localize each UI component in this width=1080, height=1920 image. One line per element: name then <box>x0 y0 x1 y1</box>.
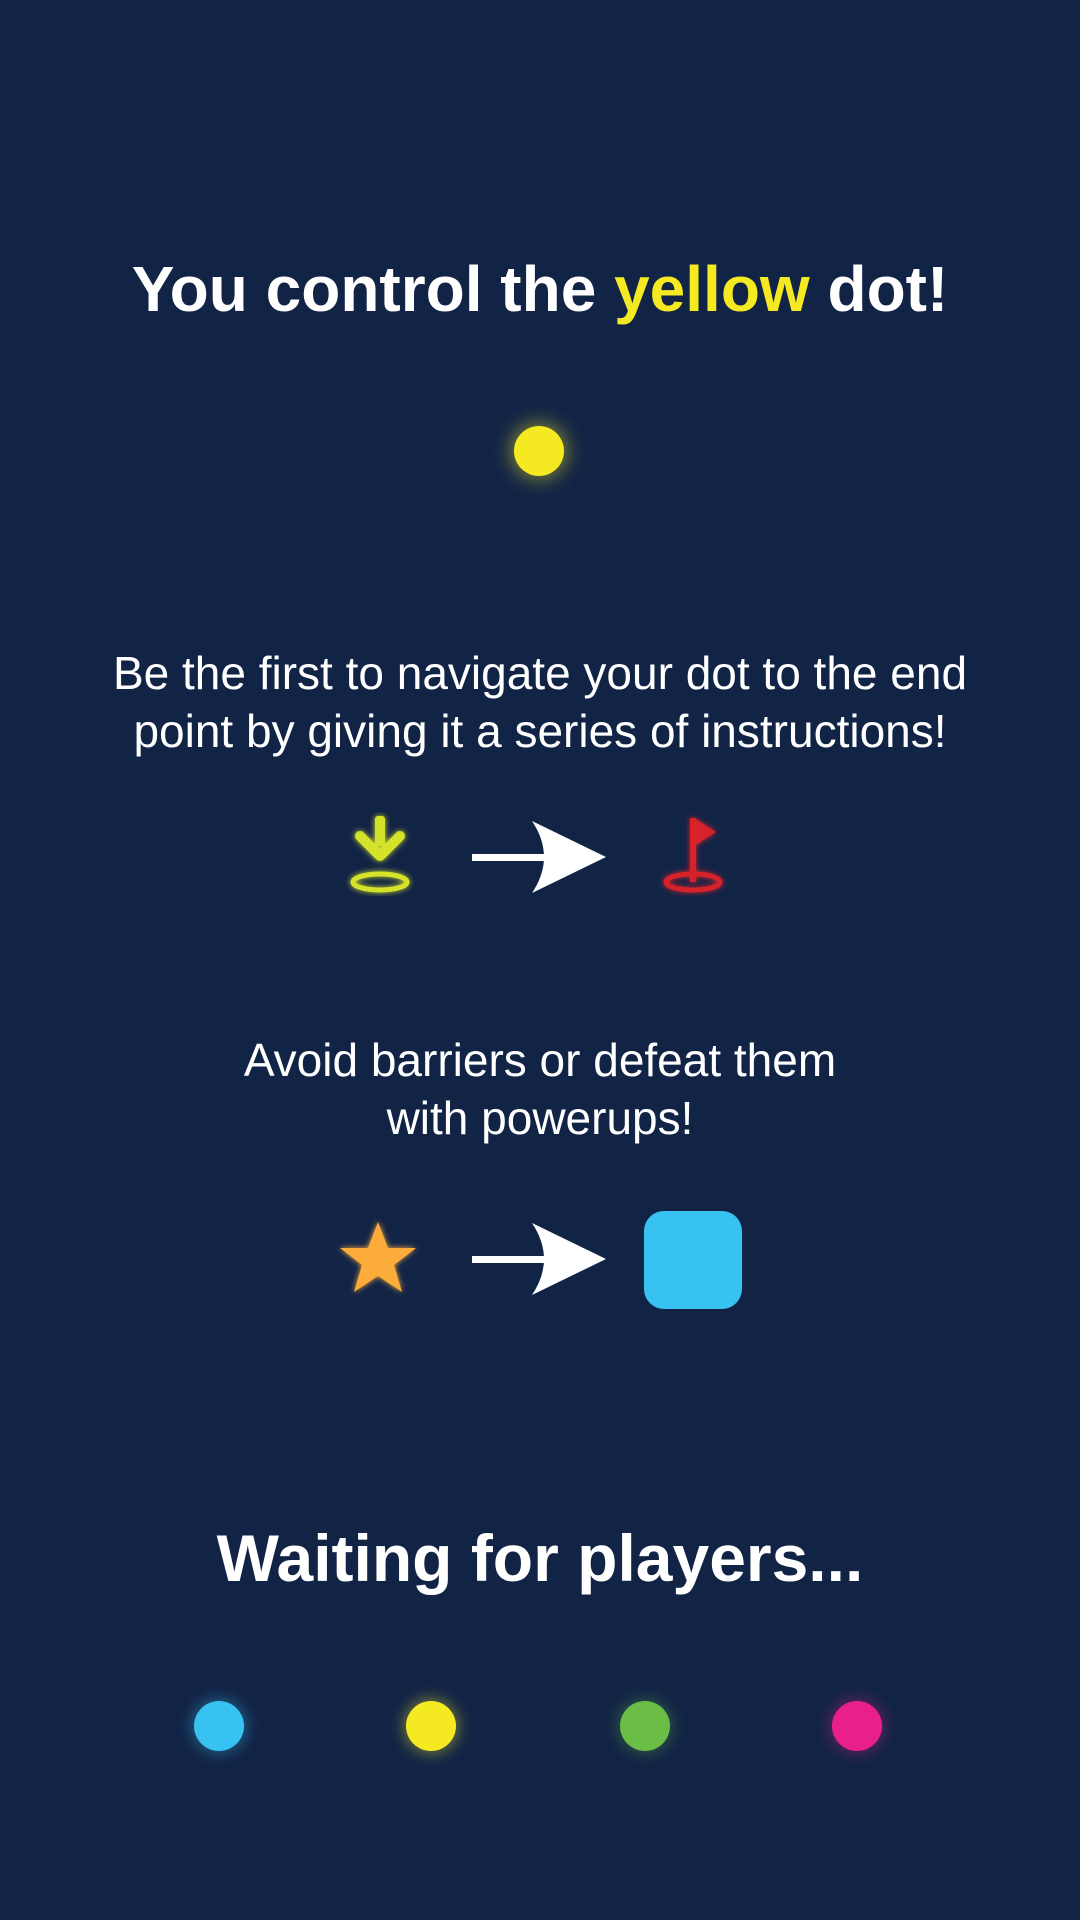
navigate-instructions-line1: Be the first to navigate your dot to the… <box>112 647 968 699</box>
intro-title-highlight: yellow <box>614 253 810 325</box>
arrow-right-icon <box>470 1218 608 1300</box>
player-yellow-dot <box>406 1701 456 1751</box>
navigate-instructions-line2: point by giving it a series of instructi… <box>133 705 947 757</box>
waiting-status: Waiting for players... <box>216 1521 864 1595</box>
finish-flag-icon <box>656 812 730 896</box>
intro-title-prefix: You control the <box>131 253 615 325</box>
player-green-dot <box>620 1701 670 1751</box>
barrier-instructions-line2: with powerups! <box>386 1092 694 1144</box>
intro-title-suffix: dot! <box>809 253 949 325</box>
barrier-instructions-line1: Avoid barriers or defeat them <box>243 1034 837 1086</box>
player-blue-dot <box>194 1701 244 1751</box>
barrier-block-icon <box>644 1211 742 1309</box>
start-point-icon <box>344 812 416 896</box>
intro-title: You control the yellow dot! <box>0 248 1080 330</box>
navigate-instructions: Be the first to navigate your dot to the… <box>40 644 1040 760</box>
arrow-right-icon <box>470 816 608 898</box>
star-powerup-icon <box>336 1218 420 1298</box>
player-pink-dot <box>832 1701 882 1751</box>
player-yellow-dot <box>514 426 564 476</box>
barrier-instructions: Avoid barriers or defeat them with power… <box>40 1031 1040 1147</box>
